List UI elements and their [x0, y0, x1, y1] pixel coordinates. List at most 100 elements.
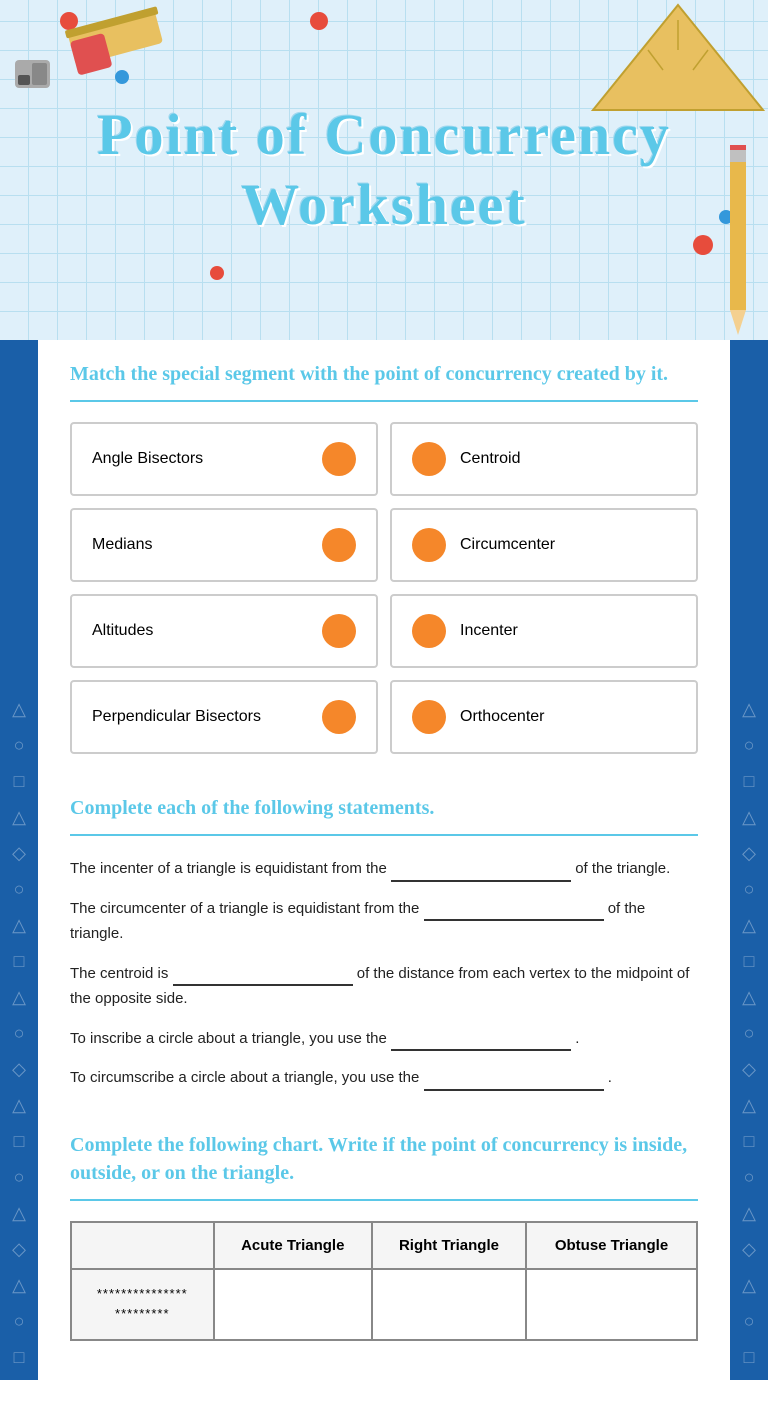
match-label-circumcenter: Circumcenter	[460, 536, 555, 554]
sidebar-icon-13: □	[14, 1132, 25, 1150]
title-line1: Point of Concurrency	[97, 102, 671, 167]
chart-table: Acute Triangle Right Triangle Obtuse Tri…	[70, 1221, 698, 1342]
statements-section: Complete each of the following statement…	[70, 794, 698, 1091]
match-box-perp-bisectors[interactable]: Perpendicular Bisectors	[70, 680, 378, 754]
fill-blank-3[interactable]	[173, 966, 353, 986]
statement-5: To circumscribe a circle about a triangl…	[70, 1065, 698, 1091]
matching-header: Match the special segment with the point…	[70, 360, 698, 388]
fill-blank-1[interactable]	[391, 862, 571, 882]
rsidebar-icon-19: □	[744, 1348, 755, 1366]
left-sidebar: △ ○ □ △ ◇ ○ △ □ △ ○ ◇ △ □ ○ △ ◇ △ ○ □ △	[0, 340, 38, 1380]
match-circle-centroid[interactable]	[412, 442, 446, 476]
match-label-orthocenter: Orthocenter	[460, 708, 544, 726]
statement-5-after: .	[608, 1069, 612, 1086]
match-box-altitudes[interactable]: Altitudes	[70, 594, 378, 668]
sidebar-icon-15: △	[12, 1204, 26, 1222]
chart-col-3: Obtuse Triangle	[526, 1222, 697, 1269]
statement-5-before: To circumscribe a circle about a triangl…	[70, 1069, 419, 1086]
match-circle-altitudes[interactable]	[322, 614, 356, 648]
sharpener-icon	[10, 50, 60, 100]
rsidebar-icon-11: ◇	[742, 1060, 756, 1078]
rsidebar-icon-7: △	[742, 916, 756, 934]
chart-row-1-obtuse[interactable]	[526, 1269, 697, 1341]
chart-col-1: Acute Triangle	[214, 1222, 372, 1269]
statement-4-before: To inscribe a circle about a triangle, y…	[70, 1030, 387, 1047]
chart-header: Complete the following chart. Write if t…	[70, 1131, 698, 1187]
statement-1: The incenter of a triangle is equidistan…	[70, 856, 698, 882]
match-circle-angle-bisectors[interactable]	[322, 442, 356, 476]
statement-3: The centroid is of the distance from eac…	[70, 961, 698, 1012]
rsidebar-icon-17: △	[742, 1276, 756, 1294]
rsidebar-icon-2: ○	[744, 736, 755, 754]
chart-row-1-acute[interactable]	[214, 1269, 372, 1341]
sidebar-icon-18: ○	[14, 1312, 25, 1330]
title-line2: Worksheet	[241, 172, 526, 237]
chart-divider	[70, 1199, 698, 1201]
match-box-circumcenter[interactable]: Circumcenter	[390, 508, 698, 582]
sidebar-icon-7: △	[12, 916, 26, 934]
sidebar-icon-3: □	[14, 772, 25, 790]
rsidebar-icon-18: ○	[744, 1312, 755, 1330]
match-box-incenter[interactable]: Incenter	[390, 594, 698, 668]
matching-section: Match the special segment with the point…	[70, 360, 698, 754]
chart-col-2: Right Triangle	[372, 1222, 526, 1269]
chart-section: Complete the following chart. Write if t…	[70, 1131, 698, 1342]
eraser-icon	[60, 0, 180, 80]
rsidebar-icon-15: △	[742, 1204, 756, 1222]
chart-row-1-right[interactable]	[372, 1269, 526, 1341]
fill-blank-4[interactable]	[391, 1031, 571, 1051]
rsidebar-icon-13: □	[744, 1132, 755, 1150]
header-title: Point of Concurrency Worksheet	[77, 80, 691, 259]
sidebar-icon-19: □	[14, 1348, 25, 1366]
sidebar-icon-20: △	[12, 1384, 26, 1402]
sidebar-icon-5: ◇	[12, 844, 26, 862]
match-circle-medians[interactable]	[322, 528, 356, 562]
match-box-medians[interactable]: Medians	[70, 508, 378, 582]
rsidebar-icon-5: ◇	[742, 844, 756, 862]
pencil-icon	[708, 140, 768, 340]
rsidebar-icon-6: ○	[744, 880, 755, 898]
sidebar-icon-2: ○	[14, 736, 25, 754]
main-content: Match the special segment with the point…	[38, 340, 730, 1380]
match-box-angle-bisectors[interactable]: Angle Bisectors	[70, 422, 378, 496]
statement-2: The circumcenter of a triangle is equidi…	[70, 896, 698, 947]
statement-2-before: The circumcenter of a triangle is equidi…	[70, 900, 419, 917]
rsidebar-icon-16: ◇	[742, 1240, 756, 1258]
rsidebar-icon-10: ○	[744, 1024, 755, 1042]
match-circle-incenter[interactable]	[412, 614, 446, 648]
match-label-centroid: Centroid	[460, 450, 520, 468]
sidebar-icon-4: △	[12, 808, 26, 826]
sidebar-icon-8: □	[14, 952, 25, 970]
sidebar-icon-16: ◇	[12, 1240, 26, 1258]
statement-4: To inscribe a circle about a triangle, y…	[70, 1026, 698, 1052]
matching-grid: Angle Bisectors Centroid Medians Circumc…	[70, 422, 698, 754]
sidebar-icon-9: △	[12, 988, 26, 1006]
match-circle-orthocenter[interactable]	[412, 700, 446, 734]
right-sidebar-icons: △ ○ □ △ ◇ ○ △ □ △ ○ ◇ △ □ ○ △ ◇ △ ○ □ △	[730, 680, 768, 1402]
fill-blank-2[interactable]	[424, 901, 604, 921]
statement-4-after: .	[575, 1030, 579, 1047]
statements-header: Complete each of the following statement…	[70, 794, 698, 822]
sidebar-icon-10: ○	[14, 1024, 25, 1042]
left-sidebar-icons: △ ○ □ △ ◇ ○ △ □ △ ○ ◇ △ □ ○ △ ◇ △ ○ □ △	[0, 680, 38, 1402]
header: Point of Concurrency Worksheet	[0, 0, 768, 340]
match-box-orthocenter[interactable]: Orthocenter	[390, 680, 698, 754]
matching-divider	[70, 400, 698, 402]
match-circle-perp-bisectors[interactable]	[322, 700, 356, 734]
match-label-medians: Medians	[92, 536, 152, 554]
chart-col-0	[71, 1222, 214, 1269]
match-box-centroid[interactable]: Centroid	[390, 422, 698, 496]
match-circle-circumcenter[interactable]	[412, 528, 446, 562]
match-label-angle-bisectors: Angle Bisectors	[92, 450, 203, 468]
rsidebar-icon-20: △	[742, 1384, 756, 1402]
sidebar-icon-14: ○	[14, 1168, 25, 1186]
rsidebar-icon-1: △	[742, 700, 756, 718]
dot-red-bottom-center	[210, 266, 224, 280]
match-label-perp-bisectors: Perpendicular Bisectors	[92, 708, 261, 726]
fill-blank-5[interactable]	[424, 1071, 604, 1091]
sidebar-icon-6: ○	[14, 880, 25, 898]
statement-1-before: The incenter of a triangle is equidistan…	[70, 860, 387, 877]
statement-3-before: The centroid is	[70, 965, 168, 982]
chart-row-1: ************************	[71, 1269, 697, 1341]
sidebar-icon-1: △	[12, 700, 26, 718]
